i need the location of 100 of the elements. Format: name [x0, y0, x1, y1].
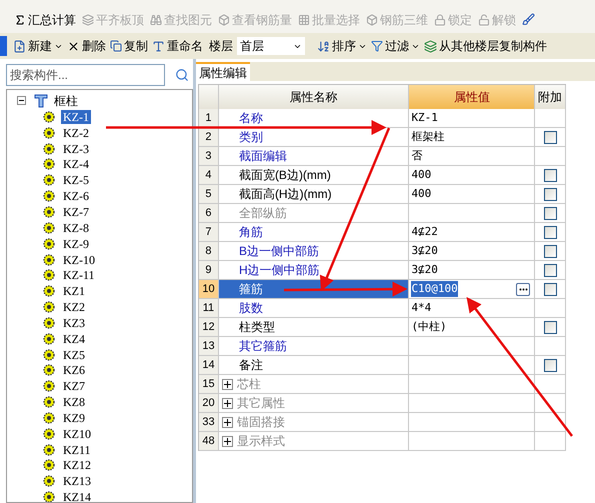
tree-item[interactable]: KZ9 — [61, 410, 87, 425]
tree-item[interactable]: KZ12 — [61, 458, 93, 472]
tree-item[interactable]: KZ14 — [61, 490, 93, 502]
checkbox[interactable] — [544, 244, 557, 258]
tree-item[interactable]: KZ-8 — [61, 220, 91, 235]
checkbox[interactable] — [544, 168, 557, 182]
copy-button[interactable]: 复制 — [110, 37, 148, 55]
gear-icon — [43, 206, 55, 218]
checkbox[interactable] — [544, 264, 557, 276]
checkbox[interactable] — [544, 320, 557, 334]
tree-item[interactable]: KZ-6 — [61, 189, 91, 204]
floor-select[interactable]: 首层 — [237, 37, 305, 55]
row-number: 33 — [199, 413, 219, 431]
property-value[interactable]: (中柱) — [411, 318, 447, 336]
row-number: 5 — [199, 185, 219, 203]
gear-icon — [43, 412, 55, 424]
property-value[interactable]: KZ-1 — [411, 110, 438, 126]
floor-label: 楼层 — [209, 38, 233, 55]
property-name: 截面宽(B边)(mm) — [238, 167, 331, 184]
tree-item[interactable]: KZ10 — [61, 426, 93, 441]
gear-icon — [43, 396, 55, 408]
search-field[interactable]: 搜索构件... — [6, 64, 165, 86]
sort-button[interactable]: 排序 — [317, 37, 367, 55]
property-value[interactable]: 3⊈20 — [411, 242, 438, 260]
checkbox[interactable] — [544, 188, 557, 200]
tree-item[interactable]: KZ-7 — [61, 204, 91, 219]
row-number: 9 — [199, 261, 219, 279]
collapse-toggle[interactable] — [17, 96, 26, 105]
checkbox[interactable] — [544, 226, 557, 238]
expand-toggle[interactable] — [222, 378, 233, 390]
checkbox[interactable] — [544, 130, 557, 144]
toolbar-button[interactable]: 汇总计算 — [14, 10, 76, 28]
search-icon — [175, 68, 189, 82]
gear-icon — [43, 285, 55, 298]
gear-icon — [43, 380, 55, 392]
gear-icon — [43, 269, 55, 282]
expand-toggle[interactable] — [222, 436, 233, 446]
layers-icon — [82, 14, 94, 26]
tree-item[interactable]: KZ13 — [61, 474, 93, 488]
tree-item[interactable]: KZ3 — [61, 316, 87, 330]
delete-button[interactable]: 删除 — [67, 37, 106, 55]
tree-item[interactable]: KZ-5 — [61, 173, 91, 188]
checkbox[interactable] — [544, 282, 557, 296]
gear-icon — [43, 110, 55, 123]
row-number: 10 — [199, 280, 219, 298]
cube-icon — [218, 14, 230, 26]
gear-icon — [43, 444, 55, 456]
tree-item[interactable]: KZ4 — [61, 332, 87, 346]
tree-item[interactable]: KZ2 — [61, 300, 87, 314]
tree-item[interactable]: KZ-10 — [61, 252, 97, 267]
tree-group-label[interactable]: 框柱 — [54, 92, 78, 110]
filter-button[interactable]: 过滤 — [371, 37, 420, 55]
tree-item[interactable]: KZ11 — [61, 442, 93, 457]
rename-button[interactable]: 重命名 — [152, 37, 203, 55]
property-value[interactable]: 否 — [411, 148, 422, 164]
new-button[interactable]: 新建 — [13, 37, 63, 55]
lock-icon — [434, 14, 446, 26]
property-value[interactable]: 框架柱 — [411, 128, 444, 146]
property-name: B边一侧中部筋 — [238, 243, 319, 260]
property-value[interactable]: 400 — [411, 166, 432, 184]
row-number: 7 — [199, 223, 219, 241]
tree-item[interactable]: KZ5 — [61, 348, 87, 362]
property-value[interactable]: 4⊈22 — [411, 224, 438, 240]
expand-toggle[interactable] — [222, 416, 233, 428]
gear-icon — [43, 126, 55, 139]
copy-icon — [110, 40, 122, 52]
brush-icon — [522, 13, 535, 26]
tab[interactable]: 属性编辑 — [196, 62, 250, 81]
tree-item[interactable]: KZ-2 — [61, 126, 91, 140]
more-button[interactable] — [516, 282, 530, 296]
checkbox[interactable] — [544, 358, 557, 372]
expand-toggle[interactable] — [222, 398, 233, 408]
property-name: H边一侧中部筋 — [238, 262, 320, 279]
tree-item[interactable]: KZ-4 — [61, 157, 91, 172]
property-value[interactable]: 400 — [411, 186, 432, 202]
row-number: 4 — [199, 166, 219, 184]
property-value[interactable]: 3⊈20 — [411, 262, 438, 278]
tree-item[interactable]: KZ7 — [61, 379, 87, 394]
row-number: 8 — [199, 242, 219, 260]
row-number: 12 — [199, 318, 219, 336]
property-value[interactable]: 4*4 — [411, 300, 432, 316]
tree-item[interactable]: KZ-9 — [61, 236, 91, 251]
column-icon — [34, 94, 48, 108]
tree-item[interactable]: KZ6 — [61, 363, 87, 378]
row-number: 3 — [199, 147, 219, 165]
tree-item[interactable]: KZ-3 — [61, 142, 91, 156]
tree-item[interactable]: KZ1 — [61, 284, 87, 298]
property-value[interactable]: C10@100 — [411, 280, 458, 298]
checkbox[interactable] — [544, 206, 557, 220]
tree-item[interactable]: KZ8 — [61, 395, 87, 410]
property-name: 截面编辑 — [238, 148, 287, 165]
property-name: 芯柱 — [236, 376, 261, 393]
property-name: 其它属性 — [236, 395, 285, 412]
tree-item[interactable]: KZ-11 — [61, 268, 97, 282]
toolbar-grip — [0, 36, 7, 56]
copy-from-floor-button[interactable]: 从其他楼层复制构件 — [424, 37, 547, 55]
tree-item[interactable]: KZ-1 — [61, 110, 91, 124]
row-number: 20 — [199, 394, 219, 412]
layers-icon — [424, 40, 437, 52]
row-number: 1 — [199, 109, 219, 127]
